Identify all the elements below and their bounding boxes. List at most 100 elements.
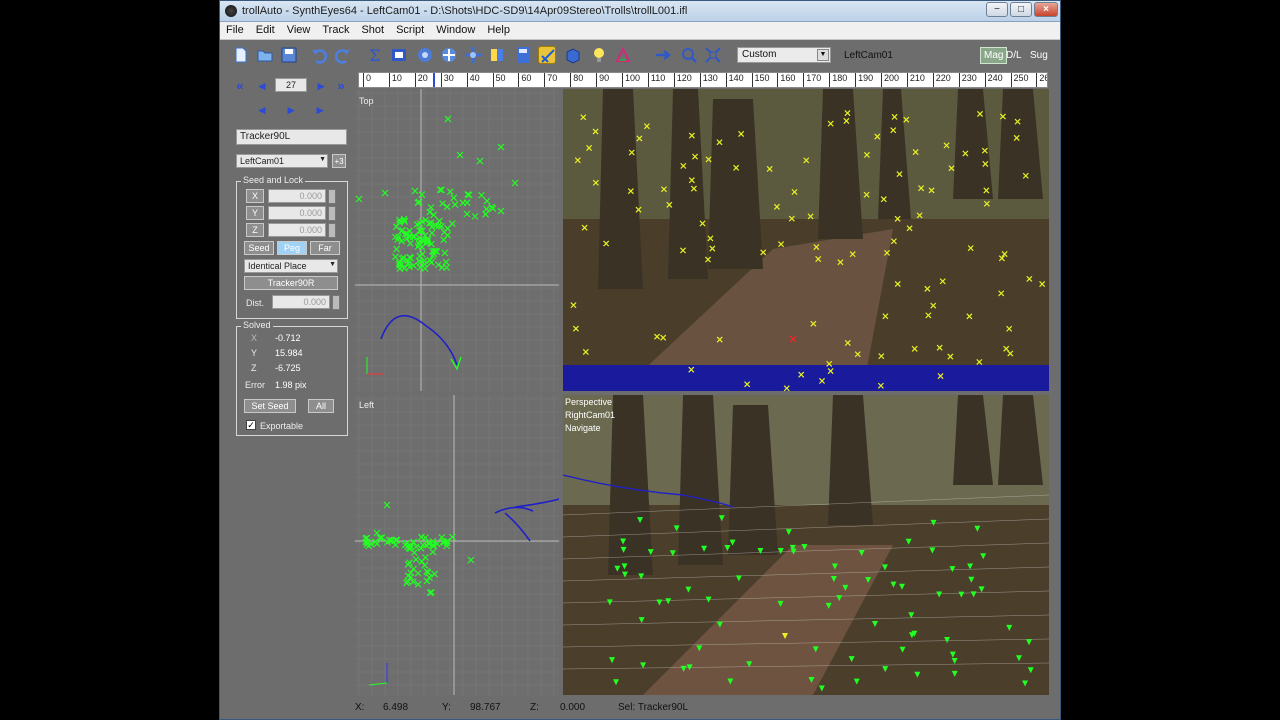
perspective-camera-label: RightCam01 <box>565 410 616 420</box>
timeline-tick: 20 <box>414 73 428 87</box>
seed-x-field[interactable]: 0.000 <box>268 189 326 203</box>
seed-x-spinner[interactable] <box>328 189 336 204</box>
tracker-marker <box>451 201 459 208</box>
playhead[interactable] <box>432 73 435 87</box>
paint-icon[interactable] <box>614 46 632 64</box>
sigma-icon[interactable]: Σ <box>366 46 384 65</box>
tracker-marker <box>440 236 448 244</box>
tracker-marker <box>441 249 449 257</box>
prev-frame-button[interactable]: ◂ <box>254 102 270 118</box>
gear-icon[interactable] <box>416 46 434 64</box>
timeline-tick: 180 <box>829 73 847 87</box>
coordinate-icon[interactable] <box>440 46 458 64</box>
solved-z-label: Z <box>251 363 257 373</box>
fit-icon[interactable] <box>704 46 722 64</box>
tracker-marker <box>482 210 490 218</box>
lock-z-button[interactable]: Z <box>246 223 264 237</box>
timeline-tick: 240 <box>984 73 1003 87</box>
camera-field[interactable]: LeftCam01 ▼ <box>236 154 328 168</box>
maximize-button[interactable]: □ <box>1010 2 1032 17</box>
new-file-icon[interactable] <box>232 46 250 64</box>
lock-y-button[interactable]: Y <box>246 206 264 220</box>
menu-window[interactable]: Window <box>430 22 481 36</box>
lock-x-button[interactable]: X <box>246 189 264 203</box>
seed-button[interactable]: Seed <box>244 241 274 255</box>
chevron-down-icon: ▼ <box>329 261 336 268</box>
solved-group: Solved X -0.712 Y 15.984 Z -6.725 Error … <box>236 320 348 436</box>
save-icon[interactable] <box>280 46 298 64</box>
prev-key-button[interactable]: ◂ <box>254 78 270 94</box>
undo-icon[interactable] <box>310 46 328 64</box>
set-seed-button[interactable]: Set Seed <box>244 399 296 413</box>
timeline-tick: 230 <box>958 73 977 87</box>
seed-y-field[interactable]: 0.000 <box>268 206 326 220</box>
exportable-checkbox[interactable]: ✓ <box>246 420 256 430</box>
menu-shot[interactable]: Shot <box>355 22 390 36</box>
status-bar: X: 6.498 Y: 98.767 Z: 0.000 Sel: Tracker… <box>220 698 1060 718</box>
menu-edit[interactable]: Edit <box>250 22 281 36</box>
menu-view[interactable]: View <box>281 22 317 36</box>
cube-icon[interactable] <box>564 46 582 64</box>
dist-label: Dist. <box>246 298 264 308</box>
left-viewport[interactable]: Left <box>355 395 559 695</box>
sug-button[interactable]: Sug <box>1030 50 1048 61</box>
menu-help[interactable]: Help <box>481 22 516 36</box>
next-key-button[interactable]: ▸ <box>313 78 329 94</box>
far-button[interactable]: Far <box>310 241 340 255</box>
zoom-icon[interactable] <box>680 46 698 64</box>
calculator-icon[interactable] <box>514 46 532 64</box>
lock-mode-value: Identical Place <box>248 261 307 271</box>
camera-extra-button[interactable]: +3 <box>332 154 346 168</box>
timeline-tick: 100 <box>622 73 640 87</box>
graph-icon[interactable] <box>538 46 556 64</box>
camera-viewport[interactable] <box>563 89 1049 391</box>
seed-z-spinner[interactable] <box>328 223 336 238</box>
tracker-marker <box>483 205 490 213</box>
tracker-marker <box>438 263 446 271</box>
menu-script[interactable]: Script <box>390 22 430 36</box>
play-button[interactable]: ▸ <box>283 102 299 118</box>
camera-select[interactable]: Custom ▼ <box>737 47 831 63</box>
timeline-tick: 10 <box>388 73 402 87</box>
tracker-icon[interactable] <box>488 46 506 64</box>
timeline-tick: 0 <box>363 73 371 87</box>
peg-button[interactable]: Peg <box>277 241 307 255</box>
mag-button[interactable]: Mag <box>980 47 1008 64</box>
status-x-value: 6.498 <box>383 702 409 713</box>
exportable-label: Exportable <box>260 421 304 431</box>
solved-title: Solved <box>241 320 273 330</box>
timeline-ruler[interactable]: 0 10 20 30 40 50 60 70 80 90 100 110 120 130 140 150 160… <box>358 72 1048 88</box>
status-z-label: Z: <box>530 702 539 713</box>
image-preview-icon[interactable] <box>390 46 408 64</box>
seed-z-field[interactable]: 0.000 <box>268 223 326 237</box>
dl-button[interactable]: D/L <box>1006 50 1022 61</box>
minimize-button[interactable]: − <box>986 2 1008 17</box>
all-button[interactable]: All <box>308 399 334 413</box>
tracker-marker <box>476 157 484 165</box>
redo-icon[interactable] <box>334 46 352 64</box>
next-frame-button[interactable]: ▸ <box>312 102 328 118</box>
perspective-viewport[interactable]: Perspective RightCam01 Navigate <box>563 395 1049 695</box>
tracker-name-field[interactable]: Tracker90L <box>236 129 347 145</box>
menu-file[interactable]: File <box>220 22 250 36</box>
open-folder-icon[interactable] <box>256 46 274 64</box>
timeline-tick: 140 <box>725 73 744 87</box>
menu-track[interactable]: Track <box>316 22 355 36</box>
frame-field[interactable]: 27 <box>275 78 307 92</box>
transform-icon[interactable] <box>464 46 482 64</box>
title-bar[interactable]: trollAuto - SynthEyes64 - LeftCam01 - D:… <box>220 1 1060 22</box>
dist-field[interactable]: 0.000 <box>272 295 330 309</box>
close-button[interactable]: × <box>1034 2 1058 17</box>
last-frame-button[interactable]: » <box>333 78 349 94</box>
link-tracker-button[interactable]: Tracker90R <box>244 276 338 290</box>
tracker-marker <box>471 212 479 220</box>
light-icon[interactable] <box>590 46 608 64</box>
status-selection: Sel: Tracker90L <box>618 702 689 713</box>
dist-spinner[interactable] <box>332 295 340 310</box>
top-viewport[interactable]: Top <box>355 89 559 391</box>
lock-mode-select[interactable]: Identical Place ▼ <box>244 259 338 273</box>
seed-y-spinner[interactable] <box>328 206 336 221</box>
error-value: 1.98 pix <box>275 380 307 390</box>
first-frame-button[interactable]: « <box>232 78 248 94</box>
arrow-right-icon[interactable] <box>654 46 672 64</box>
